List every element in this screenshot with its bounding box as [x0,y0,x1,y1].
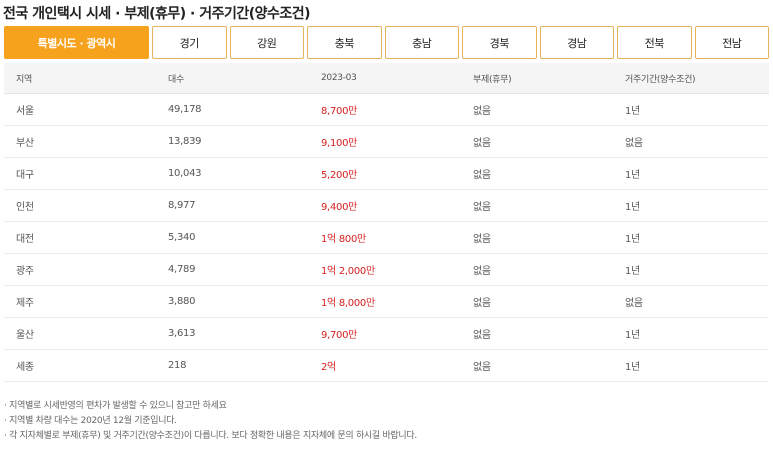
tab-gyeongbuk[interactable]: 경북 [462,26,537,59]
header-rest-day: 부제(휴무) [461,63,613,94]
cell-residence: 1년 [613,253,769,286]
table-row: 세종 218 2억 없음 1년 [4,349,769,382]
tab-gyeongnam[interactable]: 경남 [539,26,614,59]
cell-price: 9,100만 [309,125,461,158]
cell-rest-day: 없음 [461,285,613,318]
cell-price: 9,400만 [309,189,461,222]
cell-rest-day: 없음 [461,317,613,350]
cell-residence: 1년 [613,93,769,126]
footnote: · 각 지자체별로 부제(휴무) 및 거주기간(양수조건)이 다릅니다. 보다 … [4,431,417,441]
cell-price: 1억 2,000만 [309,253,461,286]
cell-region: 부산 [4,125,156,158]
cell-price: 8,700만 [309,93,461,126]
cell-region: 울산 [4,317,156,350]
header-residence: 거주기간(양수조건) [613,63,769,94]
cell-region: 인천 [4,189,156,222]
cell-count: 3,880 [156,285,309,318]
header-count: 대수 [156,63,309,94]
cell-price: 2억 [309,349,461,382]
tab-chungnam[interactable]: 충남 [384,26,459,59]
cell-price: 5,200만 [309,157,461,190]
footnote: · 지역별로 시세반영의 편차가 발생할 수 있으니 참고만 하세요 [4,401,227,411]
table-row: 서울 49,178 8,700만 없음 1년 [4,93,769,126]
cell-rest-day: 없음 [461,125,613,158]
cell-count: 218 [156,349,309,382]
cell-region: 제주 [4,285,156,318]
table-row: 제주 3,880 1억 8,000만 없음 없음 [4,285,769,318]
cell-price: 1억 8,000만 [309,285,461,318]
tab-jeonnam[interactable]: 전남 [694,26,769,59]
cell-rest-day: 없음 [461,221,613,254]
cell-count: 49,178 [156,93,309,126]
cell-rest-day: 없음 [461,189,613,222]
cell-price: 9,700만 [309,317,461,350]
cell-residence: 1년 [613,189,769,222]
table-row: 대전 5,340 1억 800만 없음 1년 [4,221,769,254]
cell-region: 대구 [4,157,156,190]
cell-region: 서울 [4,93,156,126]
cell-count: 10,043 [156,157,309,190]
cell-count: 5,340 [156,221,309,254]
cell-region: 광주 [4,253,156,286]
page: 전국 개인택시 시세 · 부제(휴무) · 거주기간(양수조건) 특별시도 · … [0,0,773,453]
tab-gangwon[interactable]: 강원 [229,26,304,59]
cell-residence: 1년 [613,349,769,382]
tab-metropolitan[interactable]: 특별시도 · 광역시 [4,26,149,59]
tab-jeonbuk[interactable]: 전북 [617,26,692,59]
cell-price: 1억 800만 [309,221,461,254]
page-title: 전국 개인택시 시세 · 부제(휴무) · 거주기간(양수조건) [3,6,311,22]
table-row: 인천 8,977 9,400만 없음 1년 [4,189,769,222]
taxi-price-table: 지역 대수 2023-03 부제(휴무) 거주기간(양수조건) 서울 49,17… [4,63,769,382]
cell-region: 세종 [4,349,156,382]
cell-count: 13,839 [156,125,309,158]
cell-rest-day: 없음 [461,349,613,382]
table-row: 울산 3,613 9,700만 없음 1년 [4,317,769,350]
tab-gyeonggi[interactable]: 경기 [152,26,227,59]
cell-residence: 없음 [613,125,769,158]
table-row: 광주 4,789 1억 2,000만 없음 1년 [4,253,769,286]
cell-count: 8,977 [156,189,309,222]
cell-count: 3,613 [156,317,309,350]
cell-residence: 없음 [613,285,769,318]
cell-rest-day: 없음 [461,157,613,190]
table-row: 부산 13,839 9,100만 없음 없음 [4,125,769,158]
cell-residence: 1년 [613,317,769,350]
footnotes: · 지역별로 시세반영의 편차가 발생할 수 있으니 참고만 하세요 · 지역별… [4,399,417,444]
cell-count: 4,789 [156,253,309,286]
cell-rest-day: 없음 [461,253,613,286]
cell-rest-day: 없음 [461,93,613,126]
tab-chungbuk[interactable]: 충북 [307,26,382,59]
region-tabs: 특별시도 · 광역시 경기 강원 충북 충남 경북 경남 전북 전남 [4,26,769,59]
table-row: 대구 10,043 5,200만 없음 1년 [4,157,769,190]
header-price: 2023-03 [309,63,461,94]
header-region: 지역 [4,63,156,94]
footnote: · 지역별 차량 대수는 2020년 12월 기준입니다. [4,416,177,426]
cell-region: 대전 [4,221,156,254]
table-header-row: 지역 대수 2023-03 부제(휴무) 거주기간(양수조건) [4,63,769,94]
cell-residence: 1년 [613,157,769,190]
cell-residence: 1년 [613,221,769,254]
